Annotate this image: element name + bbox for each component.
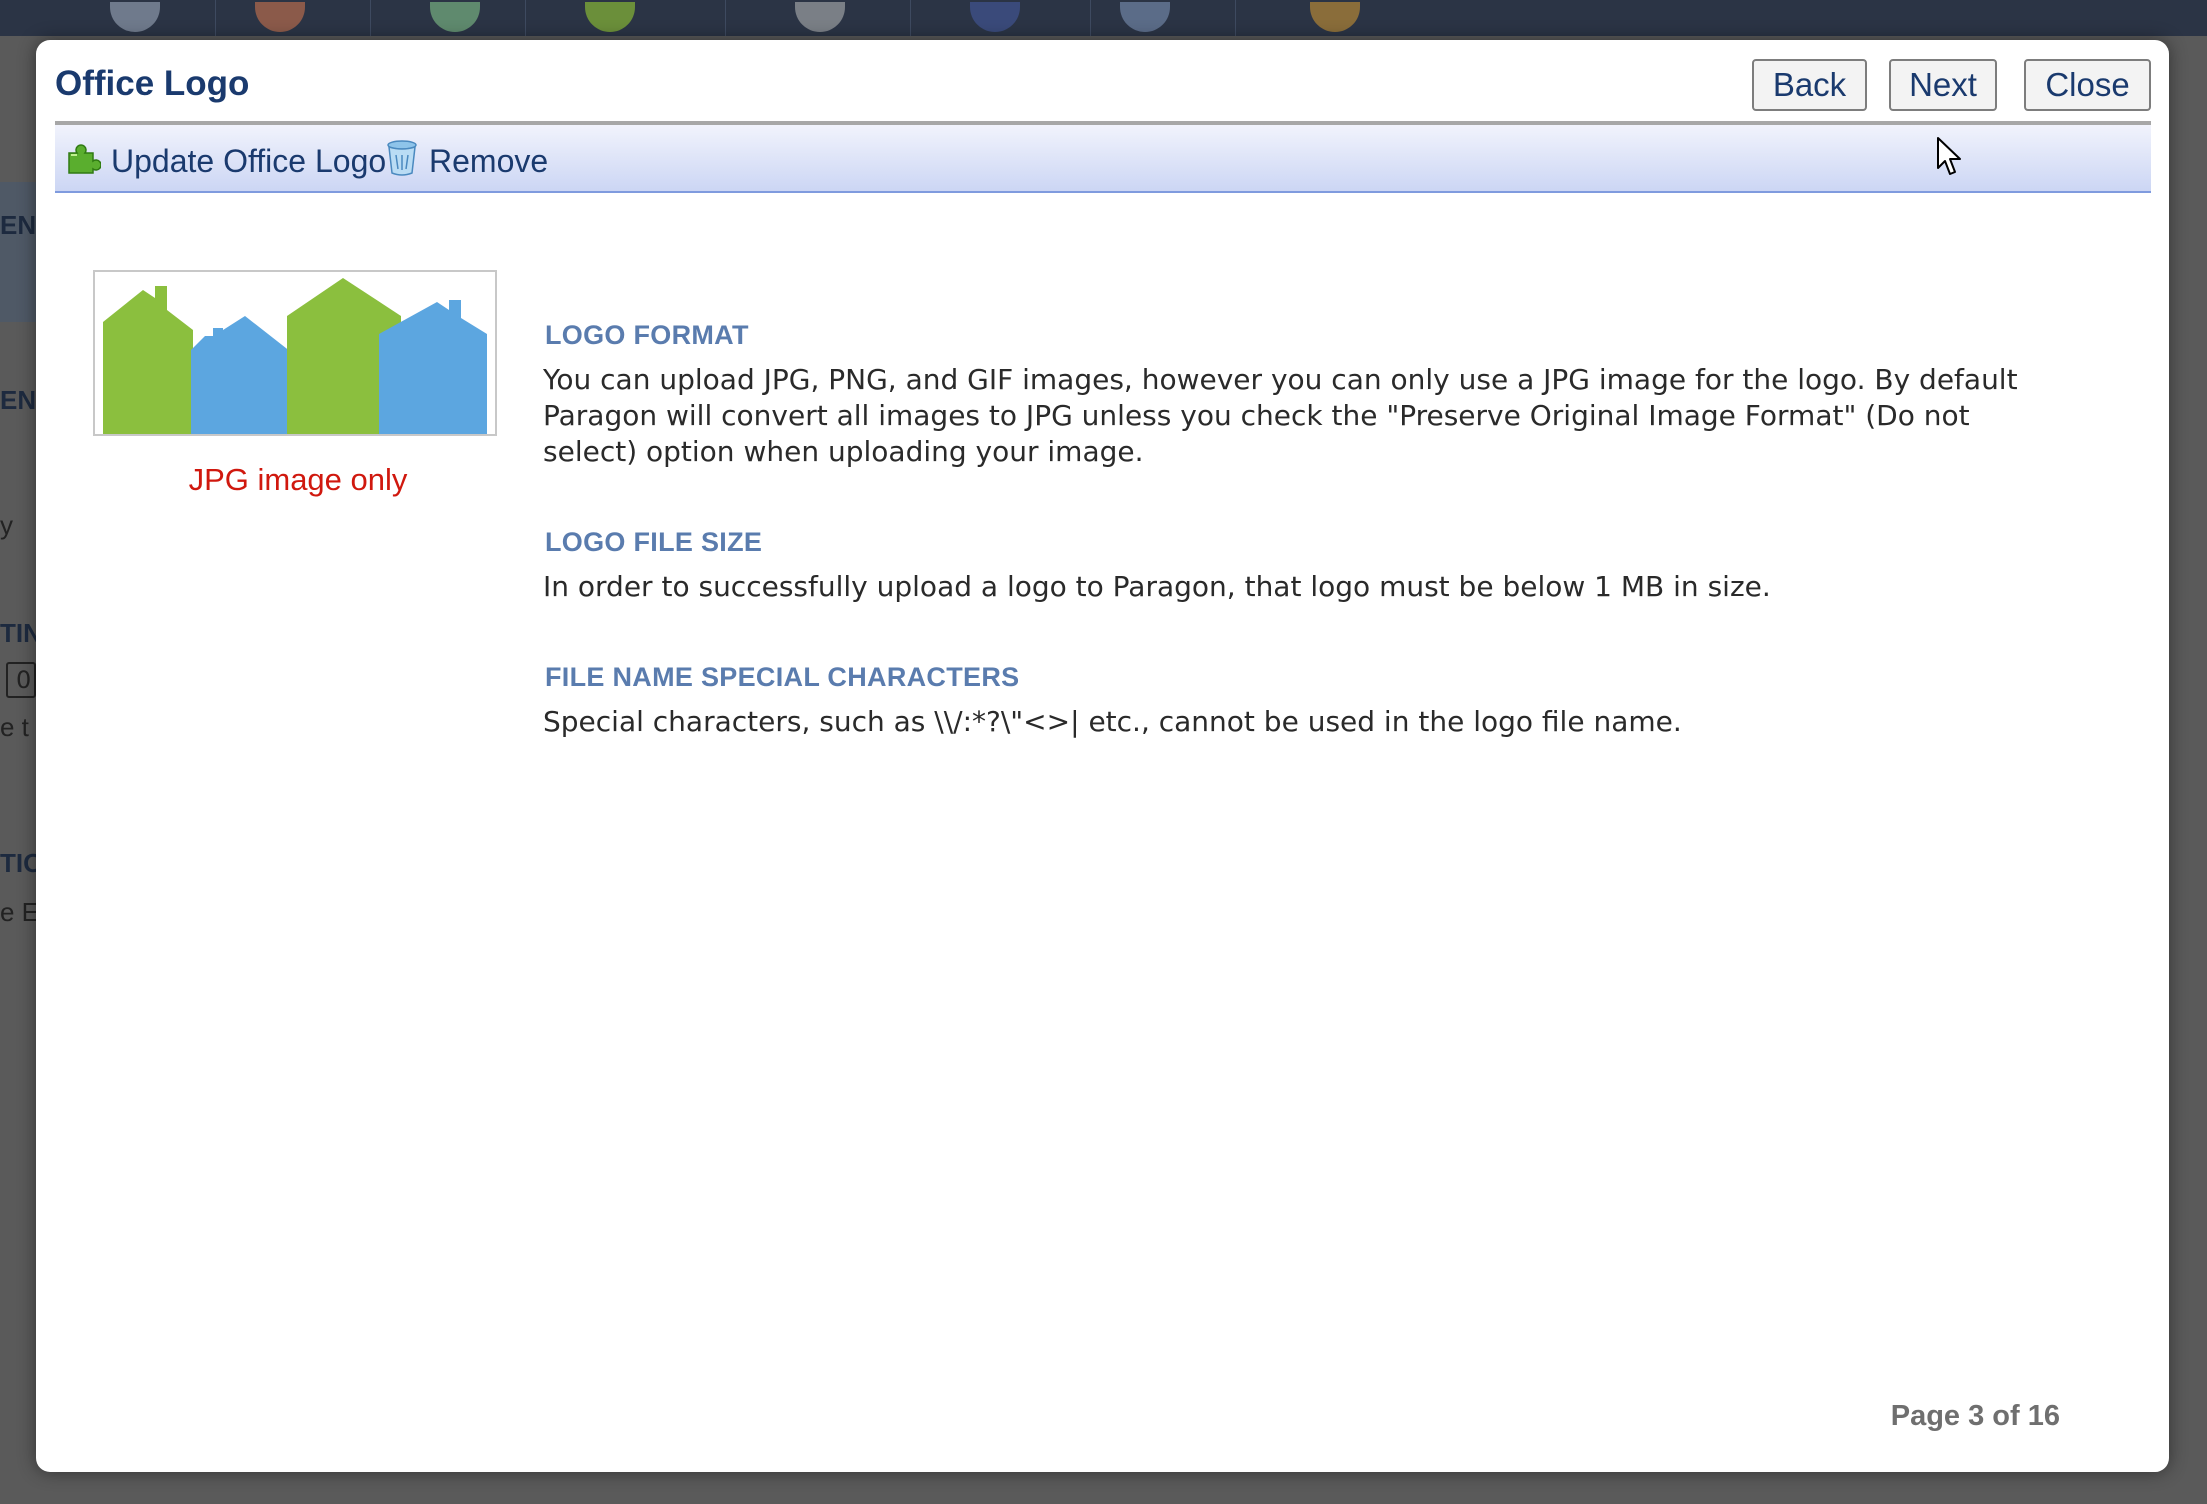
logo-file-size-heading: LOGO FILE SIZE [545,527,763,557]
background-band [0,182,40,322]
update-office-logo-button[interactable]: Update Office Logo [65,139,386,179]
logo-format-text: You can upload JPG, PNG, and GIF images,… [543,363,2018,468]
background-fragment: EN [0,210,37,240]
logo-file-size-text: In order to successfully upload a logo t… [543,570,1771,603]
dialog-title: Office Logo [55,64,250,103]
office-logo-dialog: Office Logo Back Next Close Update Offic… [36,40,2169,1472]
background-input: 0 [6,662,36,698]
logo-toolbar: Update Office Logo Remove [55,125,2151,193]
background-fragment: TIN [0,618,40,648]
back-button[interactable]: Back [1752,59,1867,111]
background-tile [1235,0,2207,36]
trash-bin-icon [385,139,419,181]
background-tile [215,0,371,36]
logo-format-heading: LOGO FORMAT [545,320,749,350]
next-button[interactable]: Next [1889,59,1997,111]
background-fragment: EN [0,385,37,415]
update-office-logo-label: Update Office Logo [111,143,387,179]
houses-logo-image [103,278,487,434]
background-fragment: y [0,510,13,540]
background-toolbar [0,0,2207,36]
office-logo-preview [93,270,497,436]
special-characters-text: Special characters, such as \\/:*?\"<>| … [543,705,1682,738]
background-tile [910,0,1091,36]
close-button[interactable]: Close [2024,59,2151,111]
background-tile [525,0,726,36]
background-fragment: e t [0,712,29,742]
mouse-cursor-icon [1936,136,1964,182]
background-fragment: TIO [0,848,40,878]
page-indicator: Page 3 of 16 [1890,1400,2060,1432]
background-tile [370,0,526,36]
background-tile [1090,0,1236,36]
background-tile [0,0,216,36]
remove-label: Remove [429,143,549,179]
special-characters-heading: FILE NAME SPECIAL CHARACTERS [545,662,1020,692]
background-fragment: e E [0,897,40,927]
remove-logo-button[interactable]: Remove [385,139,548,181]
background-tile [725,0,911,36]
green-puzzle-add-icon [65,139,102,179]
jpg-only-caption: JPG image only [188,462,408,497]
